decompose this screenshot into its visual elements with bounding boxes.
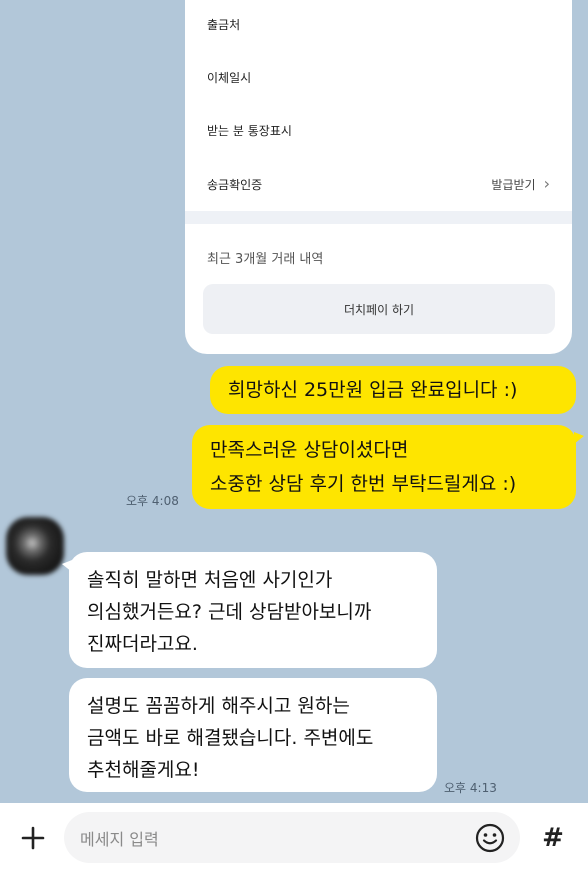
recent-transactions-label: 최근 3개월 거래 내역 [207, 252, 324, 267]
message-bubble-sent[interactable]: 희망하신 25만원 입금 완료입니다 :) [210, 366, 576, 414]
card-divider [185, 211, 572, 224]
issue-receipt-link[interactable]: 발급받기 › [491, 176, 550, 193]
message-timestamp: 오후 4:13 [444, 781, 497, 795]
message-text-line: 만족스러운 상담이셨다면 [210, 439, 409, 461]
attach-button[interactable] [14, 819, 52, 857]
card-row-label: 출금처 [207, 17, 241, 32]
transfer-card: 출금처 이체일시 받는 분 통장표시 송금확인증 발급받기 › 최근 3개월 거… [185, 0, 572, 354]
dutch-pay-button[interactable]: 더치페이 하기 [203, 284, 555, 334]
message-text-line: 설명도 꼼꼼하게 해주시고 원하는 [87, 695, 350, 717]
card-row-label: 받는 분 통장표시 [207, 123, 292, 138]
message-bubble-sent[interactable]: 만족스러운 상담이셨다면 소중한 상담 후기 한번 부탁드릴게요 :) [192, 425, 576, 509]
message-bubble-received[interactable]: 설명도 꼼꼼하게 해주시고 원하는 금액도 바로 해결됐습니다. 주변에도 추천… [69, 678, 437, 792]
message-input[interactable]: 메세지 입력 [64, 812, 520, 863]
card-row-label: 이체일시 [207, 70, 252, 85]
chevron-right-icon: › [543, 174, 550, 193]
card-row-recipient-memo: 받는 분 통장표시 [207, 118, 550, 142]
message-bubble-received[interactable]: 솔직히 말하면 처음엔 사기인가 의심했거든요? 근데 상담받아보니까 진짜더라… [69, 552, 437, 668]
issue-receipt-label: 발급받기 [491, 177, 536, 192]
emoji-icon [475, 823, 505, 853]
message-text-line: 진짜더라고요. [87, 633, 198, 655]
plus-icon [21, 826, 45, 850]
message-timestamp: 오후 4:08 [126, 494, 179, 508]
bubble-tail [574, 432, 584, 444]
message-text-line: 솔직히 말하면 처음엔 사기인가 [87, 569, 333, 591]
card-row-label: 송금확인증 [207, 177, 263, 192]
message-input-placeholder: 메세지 입력 [80, 830, 159, 849]
message-text-line: 의심했거든요? 근데 상담받아보니까 [87, 601, 372, 623]
avatar[interactable] [6, 517, 64, 575]
card-row-datetime: 이체일시 [207, 65, 550, 89]
card-row-account: 출금처 [207, 12, 550, 36]
hashtag-button[interactable]: # [534, 819, 572, 857]
message-text: 희망하신 25만원 입금 완료입니다 :) [228, 379, 518, 401]
emoji-button[interactable] [474, 822, 506, 854]
message-input-bar: 메세지 입력 # [0, 803, 588, 870]
bubble-tail [62, 560, 72, 572]
message-text-line: 금액도 바로 해결됐습니다. 주변에도 [87, 727, 374, 749]
message-text-line: 추천해줄게요! [87, 759, 200, 781]
message-text-line: 소중한 상담 후기 한번 부탁드릴게요 :) [210, 473, 517, 495]
card-row-receipt[interactable]: 송금확인증 발급받기 › [207, 172, 550, 196]
